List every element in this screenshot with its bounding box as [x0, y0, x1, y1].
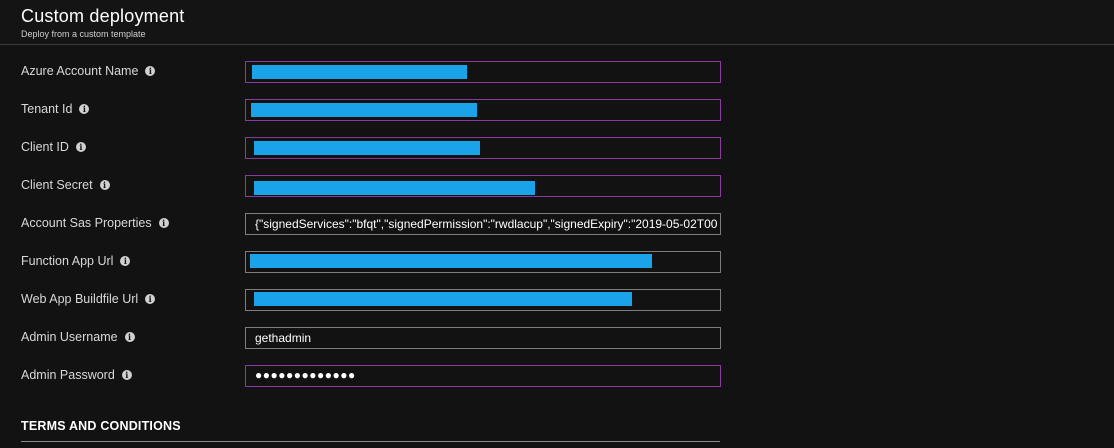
client-secret-input[interactable]	[245, 175, 721, 197]
field-label: Azure Account Name i	[21, 64, 156, 78]
form-row-tenant-id: Tenant Id i	[0, 99, 1114, 121]
terms-and-conditions-heading: TERMS AND CONDITIONS	[21, 419, 181, 433]
field-label: Account Sas Properties i	[21, 216, 169, 230]
function-app-url-input[interactable]	[245, 251, 721, 273]
field-label-text: Function App Url	[21, 254, 114, 268]
info-icon[interactable]: i	[124, 332, 135, 342]
info-icon[interactable]: i	[99, 180, 110, 190]
info-icon[interactable]: i	[145, 66, 156, 76]
redaction-bar	[252, 65, 467, 79]
field-label: Admin Username i	[21, 330, 135, 344]
field-label-text: Account Sas Properties	[21, 216, 152, 230]
section-divider	[21, 441, 720, 442]
info-icon[interactable]: i	[145, 294, 156, 304]
field-label-text: Tenant Id	[21, 102, 73, 116]
tenant-id-input[interactable]	[245, 99, 721, 121]
field-label-text: Web App Buildfile Url	[21, 292, 139, 306]
web-app-buildfile-url-input[interactable]	[245, 289, 721, 311]
info-icon[interactable]: i	[121, 370, 132, 380]
form-row-azure-account-name: Azure Account Name i	[0, 61, 1114, 83]
info-icon[interactable]: i	[158, 218, 169, 228]
admin-password-input[interactable]: ●●●●●●●●●●●●●	[245, 365, 721, 387]
client-id-input[interactable]	[245, 137, 721, 159]
field-label: Web App Buildfile Url i	[21, 292, 156, 306]
form-row-client-id: Client ID i	[0, 137, 1114, 159]
redaction-bar	[250, 254, 652, 268]
redaction-bar	[251, 103, 477, 117]
form-row-web-app-buildfile-url: Web App Buildfile Url i	[0, 289, 1114, 311]
admin-password-value: ●●●●●●●●●●●●●	[255, 368, 356, 382]
field-label: Tenant Id i	[21, 102, 90, 116]
admin-username-value: gethadmin	[255, 331, 312, 345]
account-sas-properties-input[interactable]: {"signedServices":"bfqt","signedPermissi…	[245, 213, 721, 235]
info-icon[interactable]: i	[75, 142, 86, 152]
field-label-text: Azure Account Name	[21, 64, 139, 78]
form-row-client-secret: Client Secret i	[0, 175, 1114, 197]
info-icon[interactable]: i	[79, 104, 90, 114]
field-label: Admin Password i	[21, 368, 132, 382]
form-row-account-sas-properties: Account Sas Properties i {"signedService…	[0, 213, 1114, 235]
field-label-text: Admin Username	[21, 330, 118, 344]
page-title: Custom deployment	[21, 6, 185, 26]
field-label: Client Secret i	[21, 178, 110, 192]
form-row-admin-password: Admin Password i ●●●●●●●●●●●●●	[0, 365, 1114, 387]
field-label-text: Admin Password	[21, 368, 115, 382]
form-row-function-app-url: Function App Url i	[0, 251, 1114, 273]
account-sas-properties-value: {"signedServices":"bfqt","signedPermissi…	[255, 217, 718, 231]
redaction-bar	[254, 141, 480, 155]
field-label: Function App Url i	[21, 254, 131, 268]
field-label: Client ID i	[21, 140, 86, 154]
redaction-bar	[254, 292, 632, 306]
form-row-admin-username: Admin Username i gethadmin	[0, 327, 1114, 349]
redaction-bar	[254, 181, 535, 195]
blade-header: Custom deployment Deploy from a custom t…	[0, 0, 1114, 45]
field-label-text: Client ID	[21, 140, 69, 154]
admin-username-input[interactable]: gethadmin	[245, 327, 721, 349]
info-icon[interactable]: i	[120, 256, 131, 266]
field-label-text: Client Secret	[21, 178, 93, 192]
azure-account-name-input[interactable]	[245, 61, 721, 83]
page-subtitle: Deploy from a custom template	[21, 29, 146, 39]
